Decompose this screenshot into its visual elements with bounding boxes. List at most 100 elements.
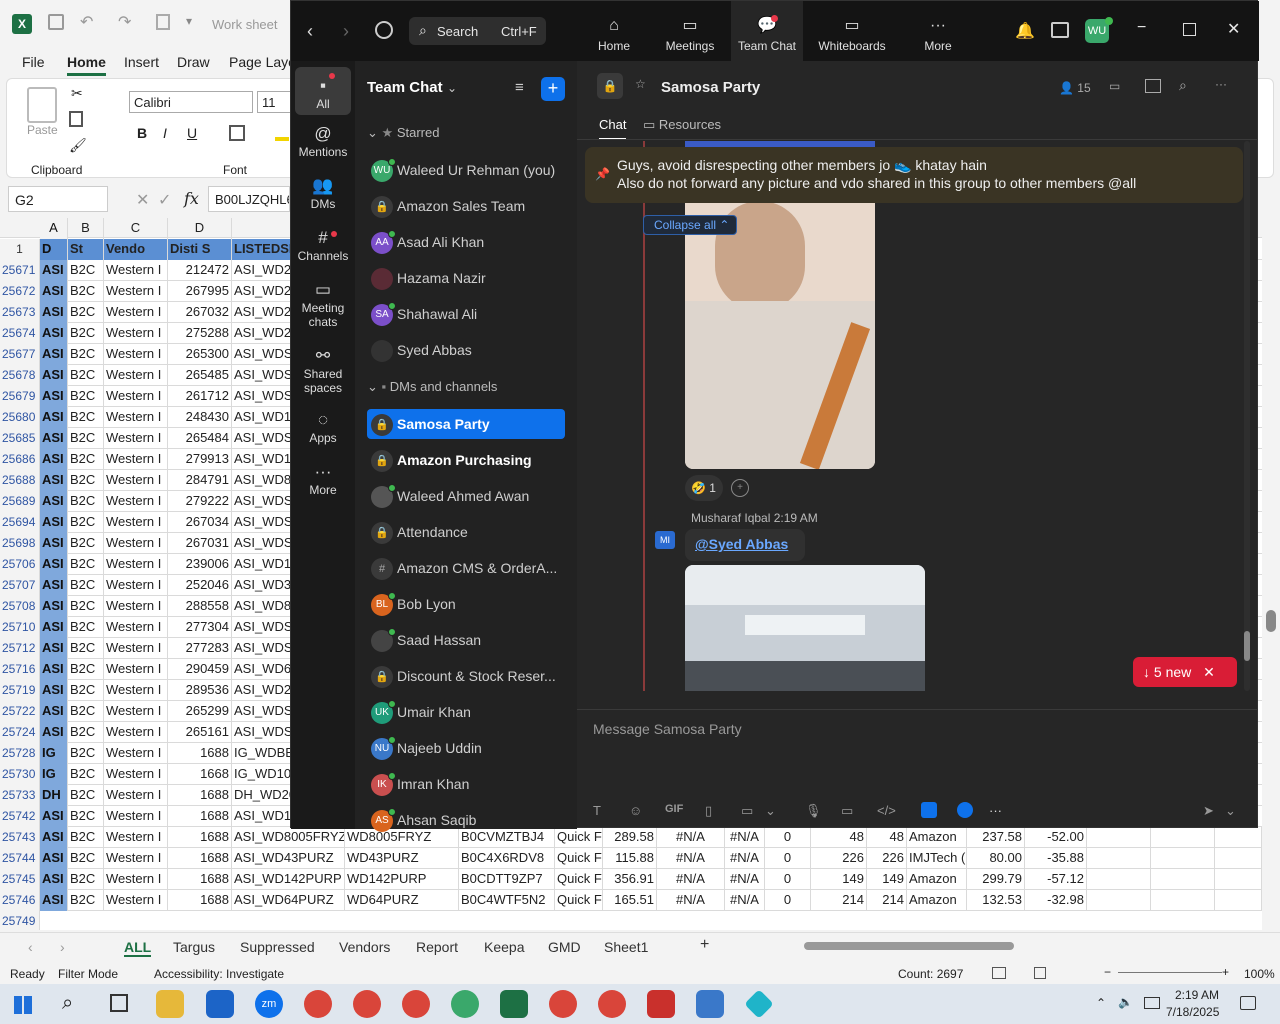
font-name-select[interactable]: Calibri xyxy=(129,91,253,113)
grid-cell[interactable]: B2C xyxy=(68,407,104,428)
grid-cell[interactable]: ASI xyxy=(40,449,68,470)
grid-cell[interactable]: B2C xyxy=(68,806,104,827)
grid-cell[interactable]: 284791 xyxy=(168,470,232,491)
grid-cell[interactable] xyxy=(1215,890,1262,911)
history-icon[interactable] xyxy=(375,21,393,39)
tab-home[interactable]: Home xyxy=(67,54,106,76)
grid-cell[interactable]: 165.51 xyxy=(603,890,657,911)
chat-list-item[interactable]: AA Asad Ali Khan xyxy=(367,227,565,257)
grid-cell[interactable]: Amazon xyxy=(907,869,967,890)
chrome-icon[interactable] xyxy=(549,990,577,1018)
grid-cell[interactable]: Western I xyxy=(104,428,168,449)
grid-cell[interactable]: Western I xyxy=(104,596,168,617)
underline-button[interactable]: U xyxy=(187,125,197,141)
grid-cell[interactable]: IMJTech (: xyxy=(907,848,967,869)
grid-cell[interactable]: Amazon xyxy=(907,827,967,848)
file-icon[interactable]: ▯ xyxy=(705,803,712,819)
grid-cell[interactable]: Quick F xyxy=(555,869,603,890)
chat-list-item[interactable]: BL Bob Lyon xyxy=(367,589,565,619)
close-icon[interactable]: ✕ xyxy=(1227,19,1240,39)
grid-cell[interactable]: B2C xyxy=(68,596,104,617)
rail-shared-spaces[interactable]: ⚯ Shared spaces xyxy=(295,345,351,395)
zoom-app-icon[interactable] xyxy=(957,802,973,818)
grid-cell[interactable]: Western I xyxy=(104,554,168,575)
grid-cell[interactable]: IG xyxy=(40,743,68,764)
emoji-icon[interactable]: ☺ xyxy=(629,803,642,818)
grid-cell[interactable]: Western I xyxy=(104,260,168,281)
grid-cell[interactable]: Western I xyxy=(104,512,168,533)
grid-cell[interactable]: Quick F xyxy=(555,848,603,869)
grid-cell[interactable]: 226 xyxy=(811,848,867,869)
grid-cell[interactable]: 265484 xyxy=(168,428,232,449)
close-icon[interactable]: ✕ xyxy=(1203,664,1215,680)
grid-cell[interactable]: ASI xyxy=(40,722,68,743)
grid-cell[interactable]: 1668 xyxy=(168,764,232,785)
grid-cell[interactable]: ASI xyxy=(40,533,68,554)
rail-more[interactable]: ··· More xyxy=(295,461,351,497)
grid-cell[interactable]: ASI xyxy=(40,428,68,449)
grid-cell[interactable]: Western I xyxy=(104,890,168,911)
chat-list-item[interactable]: # Amazon CMS & OrderA... xyxy=(367,553,565,583)
grid-cell[interactable]: ASI xyxy=(40,344,68,365)
row-number[interactable]: 25743 xyxy=(0,827,40,848)
app-icon[interactable] xyxy=(744,989,774,1019)
microphone-icon[interactable]: 🎙 xyxy=(805,803,822,819)
grid-cell[interactable]: Western I xyxy=(104,365,168,386)
chat-list-item[interactable]: UK Umair Khan xyxy=(367,697,565,727)
grid-cell[interactable]: ASI xyxy=(40,848,68,869)
grid-cell[interactable]: 132.53 xyxy=(967,890,1025,911)
grid-cell[interactable]: ASI xyxy=(40,323,68,344)
sender-name[interactable]: Musharaf Iqbal xyxy=(691,511,770,525)
grid-cell[interactable]: Western I xyxy=(104,281,168,302)
rail-all[interactable]: ▪ All xyxy=(295,67,351,115)
nav-more[interactable]: ··· More xyxy=(915,1,961,61)
new-chat-button[interactable]: + xyxy=(541,77,565,101)
gif-icon[interactable]: GIF xyxy=(665,803,683,815)
add-reaction-icon[interactable]: + xyxy=(731,479,749,497)
row-number[interactable]: 25746 xyxy=(0,890,40,911)
grid-cell[interactable]: 290459 xyxy=(168,659,232,680)
vertical-scrollbar[interactable] xyxy=(1262,218,1280,930)
header-cell[interactable]: Disti S xyxy=(168,239,232,260)
grid-cell[interactable]: B0C4WTF5N2 xyxy=(459,890,555,911)
row-number[interactable]: 25679 xyxy=(0,386,40,407)
grid-cell[interactable]: #N/A xyxy=(657,890,725,911)
row-number[interactable]: 25728 xyxy=(0,743,40,764)
chat-list-item[interactable]: Saad Hassan xyxy=(367,625,565,655)
chat-list-item[interactable]: 🔒 Amazon Sales Team xyxy=(367,191,565,221)
sheet-tab[interactable]: Suppressed xyxy=(240,939,315,955)
reaction-chip[interactable]: 🤣 1 xyxy=(685,475,723,501)
grid-cell[interactable]: ASI_WD43PURZ xyxy=(232,848,345,869)
row-number[interactable]: 25689 xyxy=(0,491,40,512)
search-box[interactable]: ⌕ Search Ctrl+F xyxy=(409,17,546,45)
name-box[interactable]: G2 xyxy=(8,186,108,212)
grid-cell[interactable]: B0C4X6RDV8 xyxy=(459,848,555,869)
grid-cell[interactable] xyxy=(1151,848,1215,869)
row-number[interactable]: 25686 xyxy=(0,449,40,470)
grid-cell[interactable]: B2C xyxy=(68,743,104,764)
grid-cell[interactable]: 356.91 xyxy=(603,869,657,890)
sheet-tab[interactable]: Targus xyxy=(173,939,215,955)
grid-cell[interactable]: Western I xyxy=(104,407,168,428)
grid-cell[interactable]: B2C xyxy=(68,491,104,512)
grid-cell[interactable]: #N/A xyxy=(657,869,725,890)
grid-cell[interactable]: B2C xyxy=(68,659,104,680)
grid-cell[interactable]: ASI xyxy=(40,281,68,302)
italic-button[interactable]: I xyxy=(163,125,167,141)
col-letter[interactable]: B xyxy=(68,218,104,239)
grid-cell[interactable]: 237.58 xyxy=(967,827,1025,848)
row-number[interactable]: 25694 xyxy=(0,512,40,533)
chrome-icon[interactable] xyxy=(451,990,479,1018)
row-number[interactable]: 25707 xyxy=(0,575,40,596)
grid-cell[interactable]: ASI xyxy=(40,827,68,848)
grid-cell[interactable]: 1688 xyxy=(168,827,232,848)
row-number[interactable]: 25688 xyxy=(0,470,40,491)
chat-title[interactable]: Samosa Party xyxy=(661,79,760,96)
grid-cell[interactable]: ASI xyxy=(40,659,68,680)
cancel-icon[interactable]: ✕ xyxy=(136,190,149,210)
grid-cell[interactable]: ASI xyxy=(40,617,68,638)
chrome-icon[interactable] xyxy=(353,990,381,1018)
grid-cell[interactable]: B2C xyxy=(68,365,104,386)
grid-cell[interactable]: Western I xyxy=(104,533,168,554)
bold-button[interactable]: B xyxy=(137,125,147,141)
